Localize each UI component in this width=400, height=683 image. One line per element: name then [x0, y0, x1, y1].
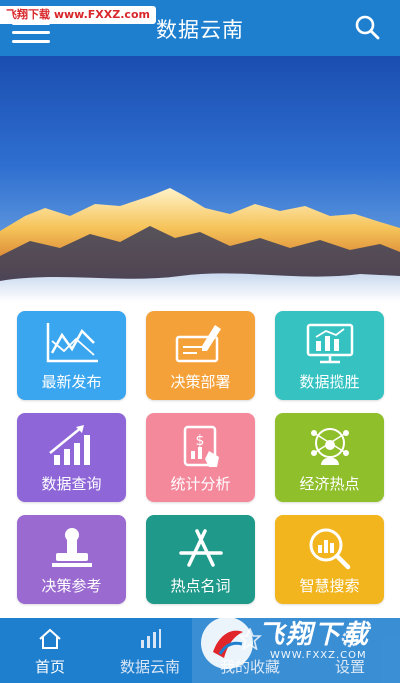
- tile-data-overview[interactable]: 数据揽胜: [275, 311, 384, 400]
- magnifier-chart-icon: [309, 528, 350, 570]
- tile-label: 决策部署: [170, 373, 231, 391]
- tile-label: 数据揽胜: [299, 373, 360, 391]
- signing-check-icon: [175, 325, 221, 363]
- tile-label: 最新发布: [41, 373, 102, 391]
- app-header: 飞翔下载 www.FXXZ.com 数据云南: [0, 0, 400, 56]
- tile-economic-hotspot[interactable]: 经济热点: [275, 413, 384, 502]
- home-icon: [39, 628, 61, 649]
- nav-item-home[interactable]: 首页: [0, 618, 100, 683]
- tile-decision-reference[interactable]: 决策参考: [17, 515, 126, 604]
- appstore-tools-icon: [178, 529, 223, 567]
- tile-statistical-analysis[interactable]: $ 统计分析: [146, 413, 255, 502]
- tile-smart-search[interactable]: 智慧搜索: [275, 515, 384, 604]
- tile-latest-release[interactable]: 最新发布: [17, 311, 126, 400]
- tile-data-query[interactable]: 数据查询: [17, 413, 126, 502]
- tile-decision-deploy[interactable]: 决策部署: [146, 311, 255, 400]
- svg-text:$: $: [195, 433, 204, 449]
- monitor-chart-icon: [306, 323, 353, 364]
- tablet-dollar-icon: $: [183, 425, 219, 467]
- tile-label: 决策参考: [41, 577, 102, 595]
- tile-label: 热点名词: [170, 577, 231, 595]
- tile-hot-terms[interactable]: 热点名词: [146, 515, 255, 604]
- banner-image[interactable]: [0, 56, 400, 302]
- tile-label: 数据查询: [41, 475, 102, 493]
- tile-label: 统计分析: [170, 475, 231, 493]
- nav-label: 数据云南: [119, 658, 180, 676]
- nav-item-data-yunnan[interactable]: 数据云南: [100, 618, 200, 683]
- watermark-logo-icon: [201, 617, 253, 669]
- bars-icon: [141, 629, 161, 648]
- growth-bars-icon: [48, 425, 90, 465]
- watermark-text: 飞翔下载: [258, 620, 371, 650]
- network-person-icon: [310, 428, 349, 465]
- tile-label: 经济热点: [299, 475, 360, 493]
- search-icon[interactable]: [354, 14, 380, 40]
- nav-label: 首页: [34, 658, 65, 676]
- line-chart-icon: [46, 323, 98, 363]
- page-title: 数据云南: [156, 18, 244, 42]
- watermark-url: WWW.FXXZ.COM: [270, 650, 367, 661]
- stamp-icon: [51, 528, 92, 567]
- tile-label: 智慧搜索: [299, 577, 360, 595]
